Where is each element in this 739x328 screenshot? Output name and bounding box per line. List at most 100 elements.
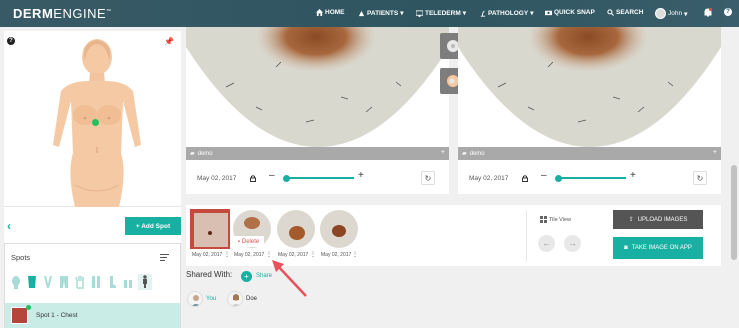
take-image-button[interactable]: ◙ TAKE IMAGE ON APP [613, 237, 703, 259]
thumbnail-menu-icon[interactable]: ⋮ [266, 251, 272, 258]
app-logo[interactable]: DERMENGINE™ [13, 6, 112, 21]
upload-images-button[interactable]: ⇪ UPLOAD IMAGES [613, 210, 703, 229]
spot-toolbar: ‹ + Add Spot [4, 214, 181, 236]
bell-icon [704, 8, 712, 17]
avatar [227, 291, 243, 307]
help-icon: ? [724, 8, 732, 16]
notifications-button[interactable] [704, 8, 712, 17]
share-add-icon[interactable]: + [241, 271, 252, 282]
shared-with-label: Shared With: [186, 270, 233, 279]
scrollbar-thumb[interactable] [731, 165, 737, 260]
thumbnail-menu-icon[interactable]: ⋮ [310, 251, 316, 258]
delete-button[interactable]: ▪ Delete [233, 236, 264, 247]
pin-icon[interactable]: 📌 [164, 37, 174, 46]
spot-list-item[interactable]: Spot 1 - Chest [5, 303, 180, 328]
grid-icon [540, 216, 547, 223]
zoom-in-button[interactable]: + [358, 170, 364, 181]
nav-search[interactable]: SEARCH [607, 9, 643, 16]
sort-icon[interactable] [160, 254, 169, 263]
zoom-out-button[interactable]: – [541, 170, 547, 181]
lock-icon[interactable] [250, 174, 256, 182]
rotate-icon[interactable]: ↻ [421, 171, 435, 185]
lock-icon[interactable] [522, 174, 528, 182]
body-part-filters [10, 274, 152, 290]
arm-icon[interactable] [42, 274, 54, 290]
image-thumbnail[interactable] [190, 209, 230, 249]
image-tag-bar: ▰ demo + [186, 147, 449, 160]
zoom-slider[interactable] [556, 177, 626, 179]
shared-user-you[interactable]: You [187, 291, 216, 307]
thumbnail-date: May 02, 2017 [234, 252, 265, 258]
annotation-arrow [272, 260, 307, 297]
nav-pathology[interactable]: PATHOLOGY ▾ [479, 9, 533, 17]
torso-icon[interactable] [26, 274, 38, 290]
search-icon [607, 9, 614, 16]
user-menu[interactable]: John ▾ [655, 8, 687, 19]
camera-icon: ◙ [624, 245, 628, 251]
image-thumbnail[interactable] [276, 209, 316, 249]
spot-marker[interactable] [92, 119, 99, 126]
image-thumbnail[interactable] [319, 209, 359, 249]
camera-icon [545, 10, 552, 16]
nav-home[interactable]: HOME [316, 9, 345, 16]
legs-icon[interactable] [58, 274, 70, 290]
head-icon[interactable] [10, 274, 22, 290]
image-controls-right: May 02, 2017 – + ↻ [458, 165, 721, 191]
rotate-icon[interactable]: ↻ [693, 171, 707, 185]
dermoscopy-image-right[interactable] [458, 27, 721, 147]
divider [526, 211, 527, 261]
nav-telederm[interactable]: TELEDERM ▾ [416, 9, 466, 17]
left-panel: ? 📌 ‹ + Add Spot Spots Spot 1 - Chest [4, 31, 181, 328]
body-map[interactable]: ? 📌 [4, 31, 181, 207]
back-arrow-icon[interactable]: ‹ [7, 219, 11, 233]
hand-icon[interactable] [74, 274, 86, 290]
dermoscopy-image-left[interactable] [186, 27, 449, 147]
zoom-slider[interactable] [284, 177, 354, 179]
top-nav-bar: DERMENGINE™ HOME PATIENTS ▾ TELEDERM ▾ PAT… [0, 0, 739, 27]
help-icon[interactable]: ? [7, 37, 15, 45]
foot-icon[interactable] [106, 274, 118, 290]
upload-icon: ⇪ [628, 217, 634, 223]
thumbnail-date: May 02, 2017 [321, 252, 352, 258]
thumbnail-menu-icon[interactable]: ⋮ [224, 251, 230, 258]
spot-thumbnail [11, 307, 28, 324]
add-spot-button[interactable]: + Add Spot [125, 217, 181, 235]
microscope-icon [480, 10, 486, 17]
nav-quick-snap[interactable]: QUICK SNAP [545, 9, 595, 16]
prev-arrow-icon[interactable]: ← [538, 235, 555, 252]
home-icon [316, 9, 323, 16]
spots-panel: Spots Spot 1 - Chest [4, 243, 181, 328]
image-viewer-right: ▰ demo + May 02, 2017 – + ↻ [458, 27, 721, 194]
image-date: May 02, 2017 [197, 174, 237, 182]
tag-icon: ▰ [462, 151, 467, 157]
thumbnail-date: May 02, 2017 [192, 252, 223, 258]
tag-icon: ▰ [190, 151, 195, 157]
spots-title: Spots [11, 253, 31, 262]
zoom-slider-knob[interactable] [283, 175, 290, 182]
next-arrow-icon[interactable]: → [564, 235, 581, 252]
zoom-in-button[interactable]: + [630, 170, 636, 181]
lower-legs-icon[interactable] [90, 274, 102, 290]
tile-view-button[interactable]: Tile View [540, 216, 571, 223]
shared-user-doe[interactable]: Doe [227, 291, 257, 307]
image-date: May 02, 2017 [469, 174, 509, 182]
patients-icon [358, 10, 365, 16]
zoom-out-button[interactable]: – [269, 170, 275, 181]
feet-icon[interactable] [122, 274, 134, 290]
thumbnail-menu-icon[interactable]: ⋮ [352, 251, 358, 258]
image-tag-bar: ▰ demo + [458, 147, 721, 160]
trash-icon: ▪ [237, 238, 240, 245]
image-controls-left: May 02, 2017 – + ↻ [186, 165, 449, 191]
image-strip: May 02, 2017 ⋮ ▪ Delete May 02, 2017 ⋮ Ma… [186, 205, 721, 266]
help-button[interactable]: ? [724, 8, 732, 16]
nav-patients[interactable]: PATIENTS ▾ [358, 9, 403, 17]
add-tag-icon[interactable]: + [713, 149, 717, 156]
avatar [187, 291, 203, 307]
zoom-slider-knob[interactable] [555, 175, 562, 182]
spot-label: Spot 1 - Chest [36, 312, 78, 319]
image-viewer-left: ▰ demo + May 02, 2017 – + ↻ [186, 27, 449, 194]
user-avatar [655, 8, 666, 19]
add-tag-icon[interactable]: + [441, 149, 445, 156]
full-body-icon[interactable] [138, 274, 152, 290]
telederm-icon [416, 9, 423, 17]
